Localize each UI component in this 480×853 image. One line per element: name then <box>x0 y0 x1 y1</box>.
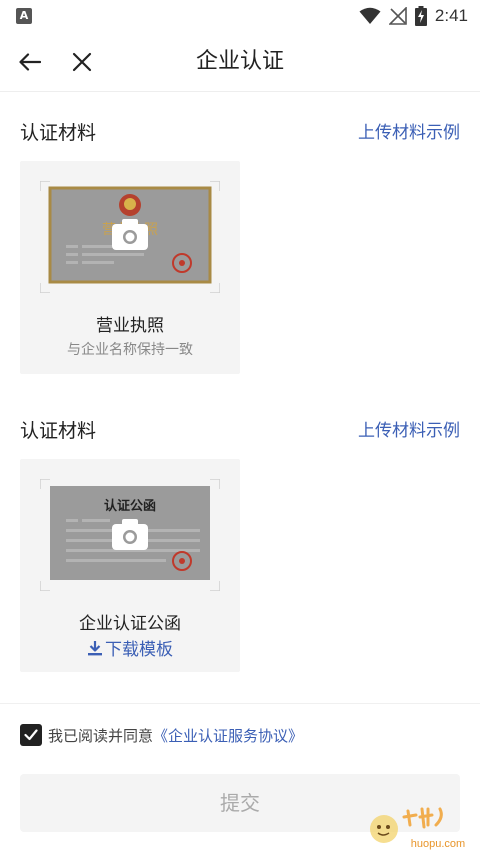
status-bar: A 2:41 <box>0 0 480 32</box>
site-watermark: huopu.com <box>370 807 465 850</box>
status-icons: 2:41 <box>359 4 468 28</box>
agreement-checkbox[interactable] <box>20 724 42 746</box>
section-authorization-letter: 认证材料 上传材料示例 认证公函 企业认证公函 下载模板 <box>0 390 480 700</box>
card-title: 营业执照 <box>96 316 164 336</box>
close-button[interactable] <box>66 46 98 78</box>
letter-heading-text: 认证公函 <box>104 498 156 514</box>
upload-example-link[interactable]: 上传材料示例 <box>358 416 460 441</box>
back-button[interactable] <box>14 46 46 78</box>
section-title: 认证材料 <box>20 122 97 144</box>
watermark-text: huopu.com <box>411 838 465 850</box>
download-icon <box>88 640 102 655</box>
agreement-text: 我已阅读并同意 <box>48 726 154 745</box>
upload-example-link[interactable]: 上传材料示例 <box>358 118 460 143</box>
notification-icon: A <box>16 8 32 24</box>
wifi-icon <box>359 7 381 24</box>
divider <box>0 703 480 704</box>
download-template-link[interactable]: 下载模板 <box>20 635 240 660</box>
no-signal-icon <box>388 7 407 25</box>
section-business-license: 认证材料 上传材料示例 营业执照 与企业名称保持一致 <box>0 92 480 392</box>
business-license-upload-card[interactable]: 营业执照 营业执照 与企业名称保持一致 <box>20 161 240 374</box>
agreement-link[interactable]: 《企业认证服务协议》 <box>153 725 303 746</box>
battery-charging-icon <box>414 6 427 26</box>
authorization-letter-upload-card[interactable]: 认证公函 企业认证公函 下载模板 <box>20 459 240 672</box>
download-label: 下载模板 <box>105 640 173 660</box>
agreement-row: 我已阅读并同意 《企业认证服务协议》 <box>20 723 303 747</box>
authorization-letter-image: 认证公函 <box>40 479 220 591</box>
close-icon <box>72 52 92 72</box>
arrow-left-icon <box>19 53 41 71</box>
card-title: 企业认证公函 <box>79 614 181 634</box>
checkmark-icon <box>24 729 38 741</box>
status-time: 2:41 <box>434 6 468 25</box>
card-subtitle: 与企业名称保持一致 <box>67 342 193 358</box>
title-bar: 企业认证 <box>0 32 480 92</box>
business-license-image: 营业执照 <box>40 181 220 293</box>
section-title: 认证材料 <box>20 420 97 442</box>
